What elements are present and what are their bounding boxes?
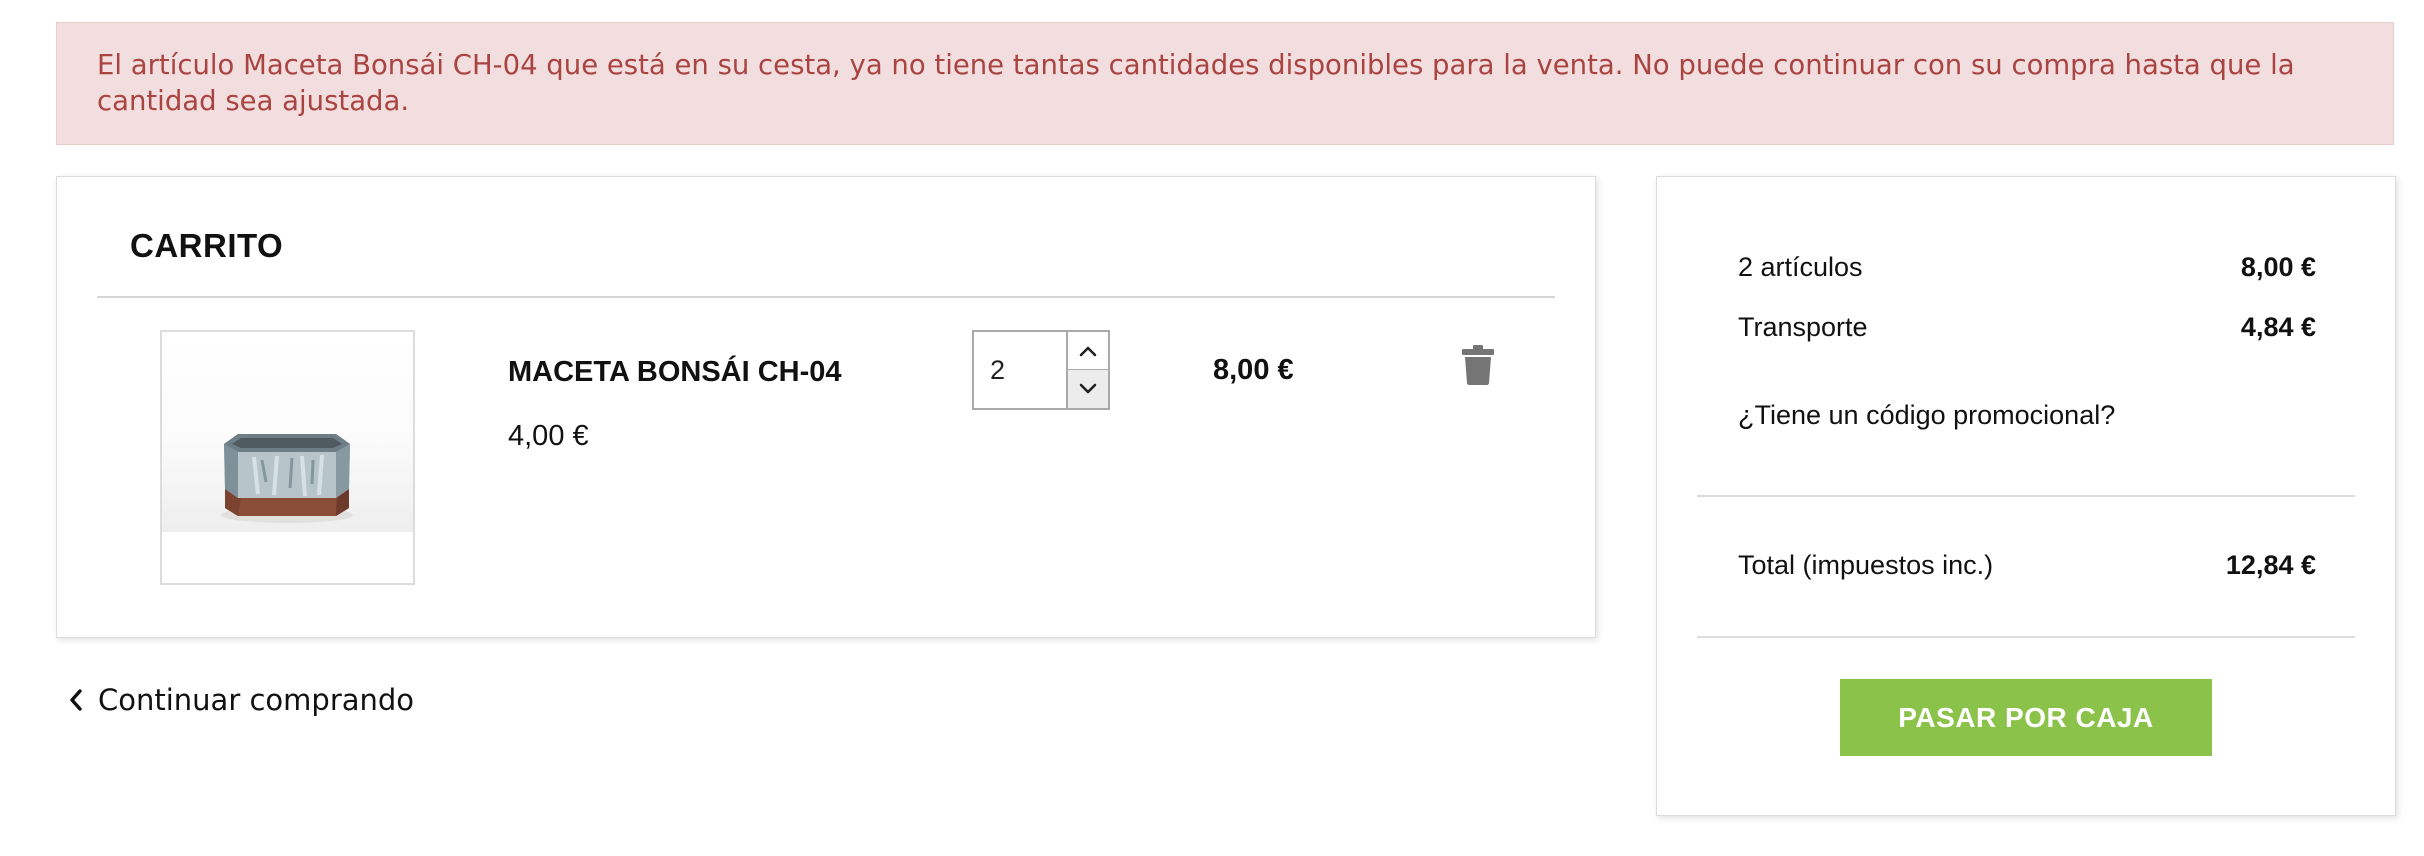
quantity-stepper[interactable] — [972, 330, 1110, 410]
line-total: 8,00 € — [1213, 354, 1294, 386]
product-image[interactable] — [160, 330, 415, 585]
continue-shopping-link[interactable]: Continuar comprando — [68, 683, 414, 717]
summary-shipping-row: Transporte 4,84 € — [1738, 312, 2316, 343]
summary-shipping-value: 4,84 € — [2240, 312, 2316, 342]
quantity-decrease-button[interactable] — [1068, 370, 1108, 408]
summary-items-label: 2 artículos — [1738, 252, 1863, 282]
summary-items-value: 8,00 € — [2240, 252, 2316, 282]
checkout-button[interactable]: PASAR POR CAJA — [1840, 679, 2212, 756]
cart-divider — [97, 296, 1555, 298]
chevron-up-icon — [1079, 346, 1097, 356]
bonsai-pot-image — [221, 434, 353, 523]
cart-title: CARRITO — [130, 227, 284, 264]
promo-code-link[interactable]: ¿Tiene un código promocional? — [1738, 400, 2316, 431]
summary-shipping-label: Transporte — [1738, 312, 1868, 342]
stock-alert: El artículo Maceta Bonsái CH-04 que está… — [56, 22, 2394, 145]
cart-panel: CARRITO MACETA BONSÁI CH-04 4,00 € 2 8,0… — [56, 176, 1596, 638]
continue-shopping-label: Continuar comprando — [98, 683, 415, 717]
summary-divider — [1697, 495, 2355, 497]
stock-alert-message: El artículo Maceta Bonsái CH-04 que está… — [97, 49, 2295, 117]
trash-icon — [1462, 345, 1494, 385]
summary-total-row: Total (impuestos inc.) 12,84 € — [1738, 550, 2316, 581]
chevron-down-icon — [1079, 383, 1097, 394]
summary-items-row: 2 artículos 8,00 € — [1738, 252, 2316, 283]
promo-code-label: ¿Tiene un código promocional? — [1738, 400, 2116, 430]
quantity-input[interactable] — [974, 332, 1066, 408]
order-summary-panel: 2 artículos 8,00 € Transporte 4,84 € ¿Ti… — [1656, 176, 2396, 816]
quantity-buttons — [1066, 332, 1108, 408]
summary-divider-bottom — [1697, 636, 2355, 638]
remove-item-button[interactable] — [1461, 344, 1495, 386]
summary-total-label: Total (impuestos inc.) — [1738, 550, 1994, 580]
quantity-increase-button[interactable] — [1068, 332, 1108, 370]
chevron-left-icon — [70, 689, 82, 711]
product-unit-price: 4,00 € — [508, 420, 589, 452]
product-name[interactable]: MACETA BONSÁI CH-04 — [508, 356, 842, 389]
summary-total-value: 12,84 € — [2225, 550, 2316, 580]
